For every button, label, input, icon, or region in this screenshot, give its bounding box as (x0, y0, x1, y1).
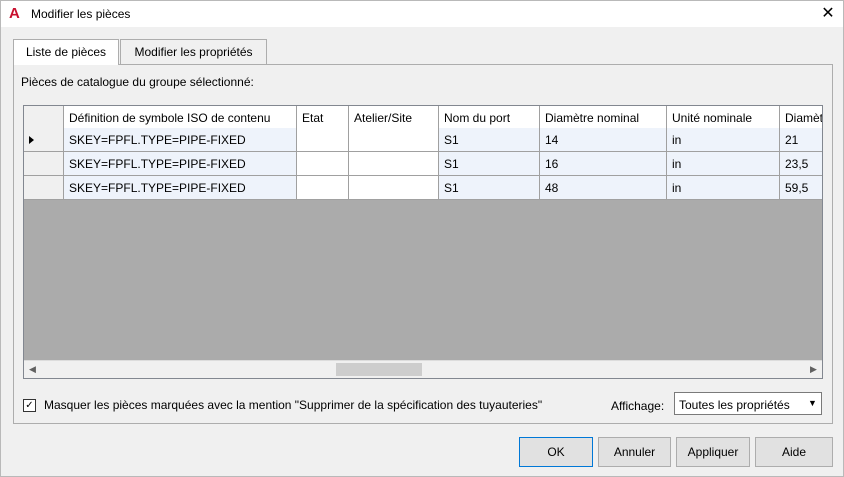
help-button[interactable]: Aide (755, 437, 833, 467)
cell-iso-definition[interactable]: SKEY=FPFL.TYPE=PIPE-FIXED (64, 152, 297, 176)
row-header[interactable] (24, 176, 64, 200)
cell-diametre-nominal[interactable]: 16 (540, 152, 667, 176)
column-header[interactable]: Atelier/Site (349, 106, 439, 130)
cell-etat[interactable] (297, 152, 349, 176)
close-button[interactable]: ✕ (813, 1, 843, 27)
cell-atelier-site[interactable] (349, 176, 439, 200)
cell-unite-nominale[interactable]: in (667, 152, 780, 176)
cell-diametre[interactable]: 59,5 (780, 176, 822, 200)
cell-nom-du-port[interactable]: S1 (439, 152, 540, 176)
tab-liste-de-pieces[interactable]: Liste de pièces (13, 39, 119, 65)
group-label: Pièces de catalogue du groupe sélectionn… (21, 75, 254, 89)
parts-grid[interactable]: Définition de symbole ISO de contenu Eta… (23, 105, 823, 379)
cancel-button[interactable]: Annuler (598, 437, 671, 467)
cell-diametre[interactable]: 21 (780, 128, 822, 152)
display-label: Affichage: (611, 399, 665, 413)
cell-diametre[interactable]: 23,5 (780, 152, 822, 176)
apply-button[interactable]: Appliquer (676, 437, 750, 467)
dialog-window: A Modifier les pièces ✕ Liste de pièces … (0, 0, 844, 477)
column-header[interactable]: Unité nominale (667, 106, 780, 130)
column-header[interactable]: Diamètre nominal (540, 106, 667, 130)
cell-nom-du-port[interactable]: S1 (439, 128, 540, 152)
window-title: Modifier les pièces (31, 7, 131, 21)
display-select-value: Toutes les propriétés (679, 398, 790, 412)
cell-etat[interactable] (297, 176, 349, 200)
cell-iso-definition[interactable]: SKEY=FPFL.TYPE=PIPE-FIXED (64, 176, 297, 200)
chevron-down-icon[interactable]: ▼ (804, 393, 821, 414)
hide-parts-label[interactable]: Masquer les pièces marquées avec la ment… (44, 398, 542, 412)
cell-diametre-nominal[interactable]: 14 (540, 128, 667, 152)
scroll-thumb[interactable] (336, 363, 422, 376)
cell-unite-nominale[interactable]: in (667, 176, 780, 200)
title-bar: A Modifier les pièces ✕ (1, 1, 843, 27)
display-select[interactable]: Toutes les propriétés ▼ (674, 392, 822, 415)
scroll-left-icon[interactable]: ◀ (24, 361, 41, 378)
horizontal-scrollbar[interactable]: ◀ ▶ (24, 360, 822, 378)
column-header[interactable]: Etat (297, 106, 349, 130)
column-header[interactable]: Définition de symbole ISO de contenu (64, 106, 297, 130)
row-header[interactable] (24, 128, 64, 152)
scroll-right-icon[interactable]: ▶ (805, 361, 822, 378)
cell-nom-du-port[interactable]: S1 (439, 176, 540, 200)
cell-etat[interactable] (297, 128, 349, 152)
column-header[interactable]: Nom du port (439, 106, 540, 130)
column-header[interactable]: Diamèt (780, 106, 822, 130)
row-header-corner (24, 106, 64, 130)
autocad-a-icon: A (9, 5, 20, 22)
cell-unite-nominale[interactable]: in (667, 128, 780, 152)
ok-button[interactable]: OK (519, 437, 593, 467)
cell-atelier-site[interactable] (349, 152, 439, 176)
tab-modifier-proprietes[interactable]: Modifier les propriétés (120, 39, 267, 64)
row-header[interactable] (24, 152, 64, 176)
current-row-arrow-icon (29, 136, 34, 144)
cell-atelier-site[interactable] (349, 128, 439, 152)
hide-parts-checkbox[interactable]: ✓ (23, 399, 36, 412)
cell-diametre-nominal[interactable]: 48 (540, 176, 667, 200)
cell-iso-definition[interactable]: SKEY=FPFL.TYPE=PIPE-FIXED (64, 128, 297, 152)
